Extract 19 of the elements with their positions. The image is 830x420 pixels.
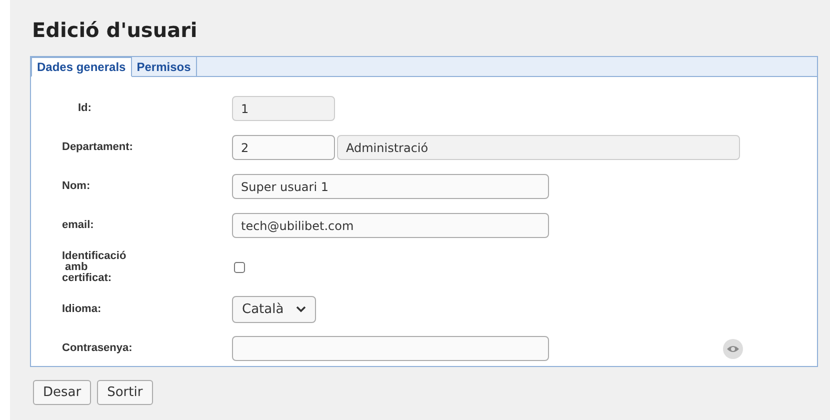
page-title: Edició d'usuari bbox=[32, 18, 198, 42]
field-label: Contrasenya: bbox=[62, 343, 134, 354]
password-field[interactable] bbox=[232, 336, 549, 361]
field-label: Identificació amb certificat: bbox=[62, 251, 128, 284]
checkbox[interactable] bbox=[234, 262, 245, 273]
field-label: Idioma: bbox=[62, 304, 102, 315]
field-label: Departament: bbox=[62, 142, 134, 153]
eye-icon[interactable] bbox=[723, 338, 743, 358]
field-label: Id: bbox=[77, 103, 92, 114]
input-field[interactable]: Super usuari 1 bbox=[232, 174, 549, 199]
language-select[interactable]: Català bbox=[232, 296, 316, 323]
input-field[interactable]: 2 bbox=[232, 135, 335, 160]
field-label: email: bbox=[62, 220, 95, 231]
action-button[interactable]: Sortir bbox=[97, 380, 153, 405]
caret-icon bbox=[296, 306, 306, 313]
action-button[interactable]: Desar bbox=[33, 380, 92, 405]
tab[interactable]: Dades generals bbox=[31, 57, 132, 77]
input-field[interactable]: tech@ubilibet.com bbox=[232, 213, 549, 238]
field-label: Nom: bbox=[62, 181, 92, 192]
